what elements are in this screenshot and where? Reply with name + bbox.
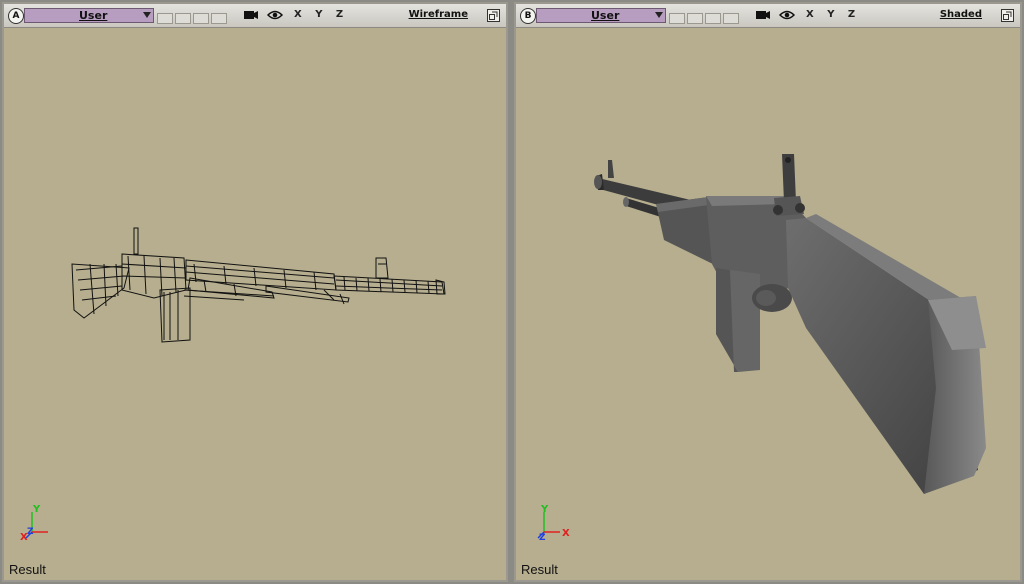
slot-1[interactable] <box>669 13 685 24</box>
slot-4[interactable] <box>211 13 227 24</box>
slot-2[interactable] <box>687 13 703 24</box>
eye-icon[interactable] <box>267 10 283 20</box>
viewport-b-slots <box>669 9 741 28</box>
camera-select-a-label: User <box>79 9 108 22</box>
camera-select-b[interactable]: User <box>536 8 666 23</box>
axis-gizmo-a: Y X Z <box>20 504 48 543</box>
slot-2[interactable] <box>175 13 191 24</box>
viewport-b-canvas[interactable]: Y X Z <box>516 28 1020 580</box>
axis-constraint-b[interactable]: X Y Z <box>806 9 860 20</box>
camera-select-a[interactable]: User <box>24 8 154 23</box>
camera-icon[interactable] <box>243 9 259 21</box>
viewport-b-header: B User X Y Z Shaded <box>516 4 1020 28</box>
chevron-down-icon <box>143 12 151 18</box>
viewport-a-header: A User X Y Z Wireframe <box>4 4 506 28</box>
slot-3[interactable] <box>705 13 721 24</box>
slot-1[interactable] <box>157 13 173 24</box>
camera-select-b-label: User <box>591 9 620 22</box>
eye-icon[interactable] <box>779 10 795 20</box>
chevron-down-icon <box>655 12 663 18</box>
slot-3[interactable] <box>193 13 209 24</box>
axis-constraint-a[interactable]: X Y Z <box>294 9 348 20</box>
gizmo-z-label: Z <box>27 527 34 537</box>
rifle-wireframe-model <box>71 227 446 343</box>
viewport-a-slots <box>157 9 229 28</box>
viewport-b[interactable]: B User X Y Z Shaded Y X Z Result <box>514 2 1022 582</box>
viewport-a-badge[interactable]: A <box>8 8 24 24</box>
camera-icon[interactable] <box>755 9 771 21</box>
rifle-shaded-model <box>594 154 986 494</box>
gizmo-y-label: Y <box>540 504 549 515</box>
viewport-b-footer: Result <box>521 562 558 577</box>
viewport-b-badge[interactable]: B <box>520 8 536 24</box>
gizmo-y-label: Y <box>32 504 41 515</box>
slot-4[interactable] <box>723 13 739 24</box>
axis-gizmo-b: Y X Z <box>537 504 570 543</box>
viewport-a-canvas[interactable]: Y X Z <box>4 28 506 580</box>
gizmo-z-label: Z <box>539 533 546 543</box>
shading-mode-b[interactable]: Shaded <box>940 9 982 20</box>
shading-mode-a[interactable]: Wireframe <box>409 9 468 20</box>
maximize-icon[interactable] <box>1001 9 1014 22</box>
gizmo-x-label: X <box>562 528 570 539</box>
maximize-icon[interactable] <box>487 9 500 22</box>
viewport-a-footer: Result <box>9 562 46 577</box>
viewport-a[interactable]: A User X Y Z Wireframe Y X Z Result <box>2 2 508 582</box>
